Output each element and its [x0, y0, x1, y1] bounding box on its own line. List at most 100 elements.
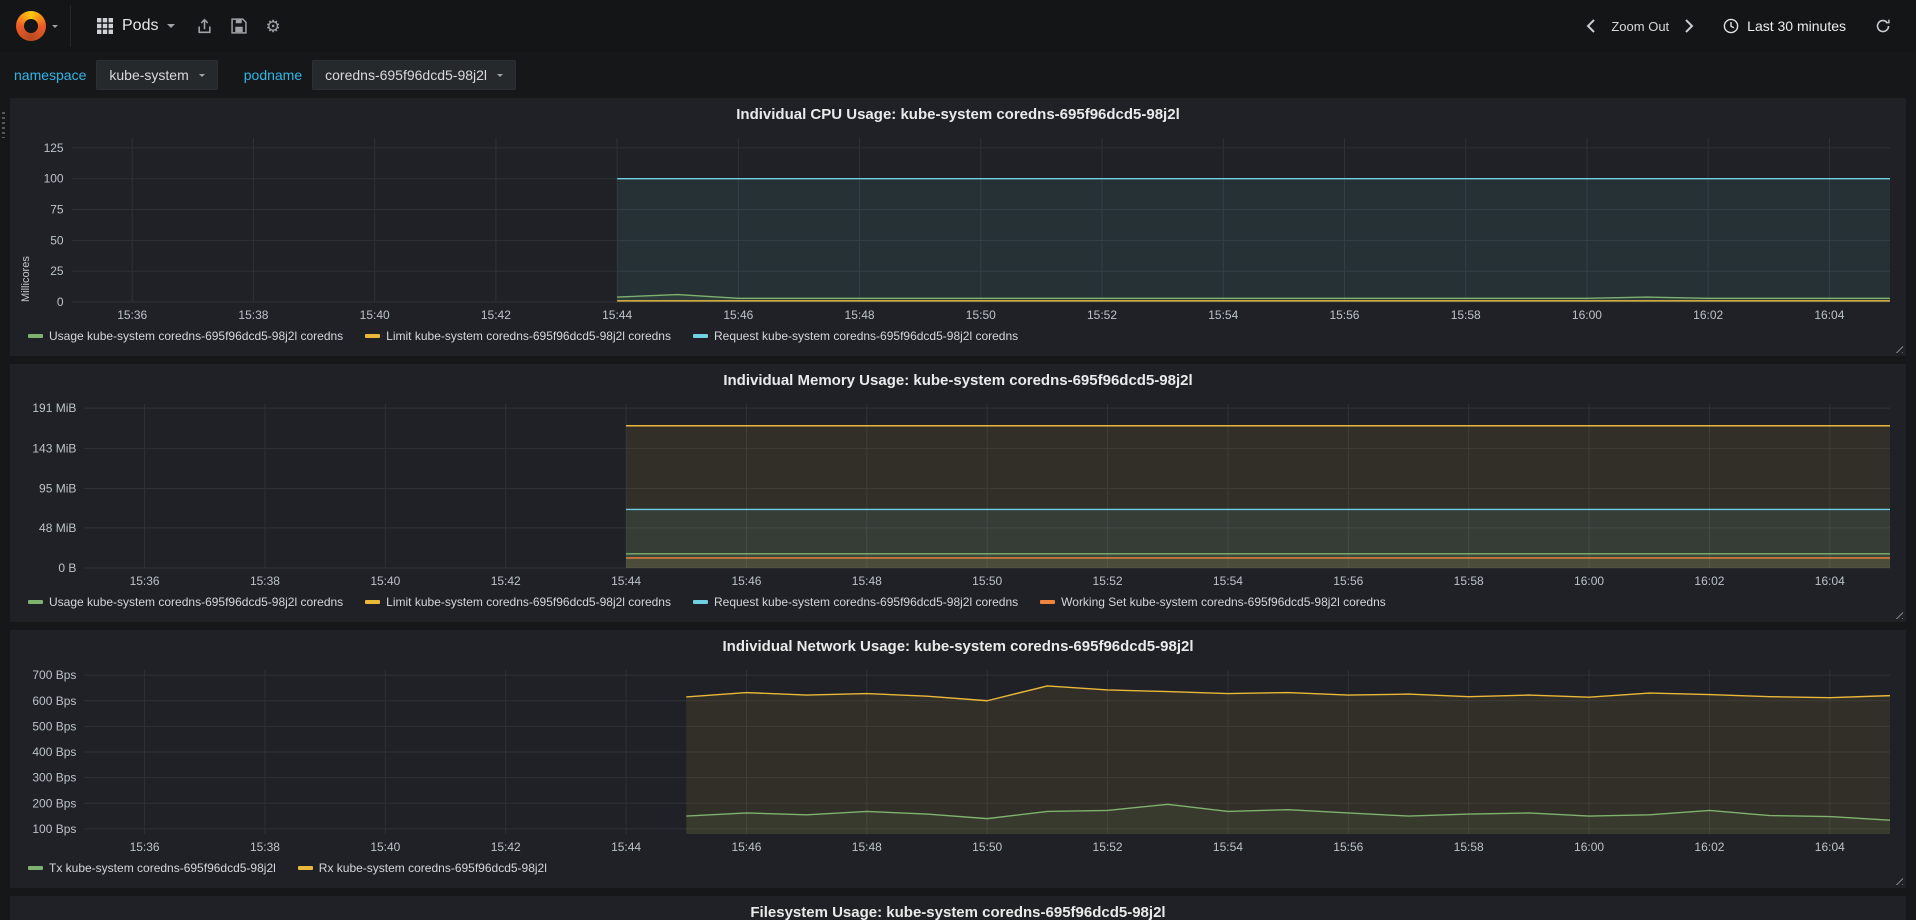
svg-text:16:02: 16:02: [1694, 840, 1724, 854]
legend-label: Limit kube-system coredns-695f96dcd5-98j…: [386, 329, 671, 343]
svg-text:15:50: 15:50: [972, 840, 1002, 854]
svg-text:191 MiB: 191 MiB: [32, 401, 76, 415]
svg-text:400 Bps: 400 Bps: [32, 745, 76, 759]
share-button[interactable]: [187, 10, 222, 43]
legend-item[interactable]: Limit kube-system coredns-695f96dcd5-98j…: [365, 329, 671, 343]
svg-text:15:42: 15:42: [481, 308, 511, 322]
panel-title[interactable]: Individual Memory Usage: kube-system cor…: [10, 364, 1906, 396]
legend-item[interactable]: Working Set kube-system coredns-695f96dc…: [1040, 595, 1386, 609]
legend-item[interactable]: Limit kube-system coredns-695f96dcd5-98j…: [365, 595, 671, 609]
panel-resize-handle[interactable]: [1892, 874, 1903, 885]
variable-podname-label[interactable]: podname: [244, 67, 302, 83]
network-chart-wrap: 100 Bps 200 Bps 300 Bps 400 Bps 500 Bps 600 B…: [16, 662, 1900, 858]
svg-text:100: 100: [44, 172, 64, 186]
svg-text:15:38: 15:38: [250, 840, 280, 854]
dashboard-picker[interactable]: Pods: [85, 9, 187, 43]
svg-text:15:50: 15:50: [966, 308, 996, 322]
memory-usage-chart[interactable]: 0 B 48 MiB 95 MiB 143 MiB 191 MiB 15:36 15:38 1…: [16, 396, 1900, 592]
legend-label: Tx kube-system coredns-695f96dcd5-98j2l: [49, 861, 276, 875]
chevron-down-icon: [52, 24, 58, 28]
svg-text:15:44: 15:44: [611, 574, 641, 588]
panel-title[interactable]: Individual CPU Usage: kube-system coredn…: [10, 98, 1906, 130]
chart-legend: Usage kube-system coredns-695f96dcd5-98j…: [10, 592, 1906, 609]
svg-text:15:54: 15:54: [1213, 840, 1243, 854]
svg-text:16:00: 16:00: [1574, 840, 1604, 854]
panel-title[interactable]: Individual Network Usage: kube-system co…: [10, 630, 1906, 662]
svg-text:15:48: 15:48: [852, 840, 882, 854]
svg-text:15:54: 15:54: [1208, 308, 1238, 322]
time-range-label: Last 30 minutes: [1747, 18, 1846, 34]
svg-text:16:00: 16:00: [1572, 308, 1602, 322]
svg-text:15:44: 15:44: [602, 308, 632, 322]
svg-text:15:42: 15:42: [491, 840, 521, 854]
svg-text:15:44: 15:44: [611, 840, 641, 854]
legend-item[interactable]: Request kube-system coredns-695f96dcd5-9…: [692, 329, 1019, 343]
chevron-right-icon: [1685, 19, 1694, 33]
variable-namespace-label[interactable]: namespace: [14, 67, 86, 83]
svg-text:300 Bps: 300 Bps: [32, 771, 76, 785]
variable-namespace-dropdown[interactable]: kube-system: [96, 60, 218, 90]
legend-item[interactable]: Request kube-system coredns-695f96dcd5-9…: [692, 595, 1019, 609]
variable-namespace: namespace kube-system: [14, 60, 218, 90]
network-usage-chart[interactable]: 100 Bps 200 Bps 300 Bps 400 Bps 500 Bps 600 B…: [16, 662, 1900, 858]
svg-text:15:56: 15:56: [1333, 574, 1363, 588]
svg-text:15:46: 15:46: [723, 308, 753, 322]
svg-text:16:04: 16:04: [1815, 574, 1845, 588]
row-drag-handle[interactable]: [2, 112, 5, 138]
time-back-button[interactable]: [1577, 11, 1605, 41]
time-range-button[interactable]: Last 30 minutes: [1713, 12, 1856, 40]
svg-text:15:52: 15:52: [1087, 308, 1117, 322]
panel-resize-handle[interactable]: [1892, 608, 1903, 619]
legend-label: Usage kube-system coredns-695f96dcd5-98j…: [49, 595, 344, 609]
legend-item[interactable]: Usage kube-system coredns-695f96dcd5-98j…: [28, 595, 343, 609]
chart-legend: Tx kube-system coredns-695f96dcd5-98j2l R…: [10, 858, 1906, 875]
legend-swatch: [297, 866, 313, 870]
svg-text:15:58: 15:58: [1454, 840, 1484, 854]
panel-title[interactable]: Filesystem Usage: kube-system coredns-69…: [10, 896, 1906, 920]
variable-podname-dropdown[interactable]: coredns-695f96dcd5-98j2l: [312, 60, 517, 90]
refresh-button[interactable]: [1866, 10, 1900, 42]
panel-resize-handle[interactable]: [1892, 342, 1903, 353]
svg-text:0 B: 0 B: [58, 561, 76, 575]
cpu-usage-chart[interactable]: 0 25 50 75 100 125 15:36 15:38 15:40 15:42 15:44 15…: [16, 130, 1900, 326]
legend-item[interactable]: Usage kube-system coredns-695f96dcd5-98j…: [28, 329, 343, 343]
settings-button[interactable]: ⚙: [256, 10, 289, 43]
svg-text:700 Bps: 700 Bps: [32, 668, 76, 682]
zoom-out-button[interactable]: Zoom Out: [1605, 13, 1675, 40]
svg-text:15:38: 15:38: [250, 574, 280, 588]
save-icon: [231, 18, 248, 34]
dashboard-grid-icon: [97, 18, 113, 34]
svg-text:15:52: 15:52: [1093, 840, 1123, 854]
panel-network-usage: Individual Network Usage: kube-system co…: [10, 630, 1906, 888]
svg-text:15:36: 15:36: [117, 308, 147, 322]
grafana-menu-button[interactable]: [10, 5, 71, 47]
panel-memory-usage: Individual Memory Usage: kube-system cor…: [10, 364, 1906, 622]
chevron-down-icon: [167, 24, 176, 28]
variable-podname: podname coredns-695f96dcd5-98j2l: [244, 60, 517, 90]
svg-text:125: 125: [44, 141, 64, 155]
clock-icon: [1723, 18, 1739, 34]
legend-swatch: [365, 334, 381, 338]
top-navbar: Pods ⚙ Zoom Out Last 30 minutes: [0, 0, 1916, 52]
time-forward-button[interactable]: [1675, 11, 1703, 41]
chevron-left-icon: [1586, 19, 1596, 33]
chart-legend: Usage kube-system coredns-695f96dcd5-98j…: [10, 326, 1906, 343]
memory-chart-wrap: 0 B 48 MiB 95 MiB 143 MiB 191 MiB 15:36 15:38 1…: [16, 396, 1900, 592]
svg-text:95 MiB: 95 MiB: [39, 482, 76, 496]
svg-text:15:46: 15:46: [731, 840, 761, 854]
legend-item[interactable]: Rx kube-system coredns-695f96dcd5-98j2l: [297, 861, 547, 875]
svg-text:25: 25: [50, 264, 64, 278]
svg-text:15:36: 15:36: [130, 574, 160, 588]
svg-text:600 Bps: 600 Bps: [32, 694, 76, 708]
legend-item[interactable]: Tx kube-system coredns-695f96dcd5-98j2l: [28, 861, 276, 875]
refresh-icon: [1876, 19, 1890, 33]
svg-text:15:36: 15:36: [130, 840, 160, 854]
legend-label: Request kube-system coredns-695f96dcd5-9…: [713, 595, 1019, 609]
chevron-down-icon: [198, 73, 205, 77]
save-button[interactable]: [222, 10, 256, 42]
legend-label: Request kube-system coredns-695f96dcd5-9…: [713, 329, 1019, 343]
template-variables-bar: namespace kube-system podname coredns-69…: [0, 52, 1916, 98]
svg-text:15:54: 15:54: [1213, 574, 1243, 588]
legend-label: Working Set kube-system coredns-695f96dc…: [1061, 595, 1386, 609]
cpu-chart-wrap: Millicores 0 25 50 75 100 125 15:36 15:38 15:40 1…: [16, 130, 1900, 326]
